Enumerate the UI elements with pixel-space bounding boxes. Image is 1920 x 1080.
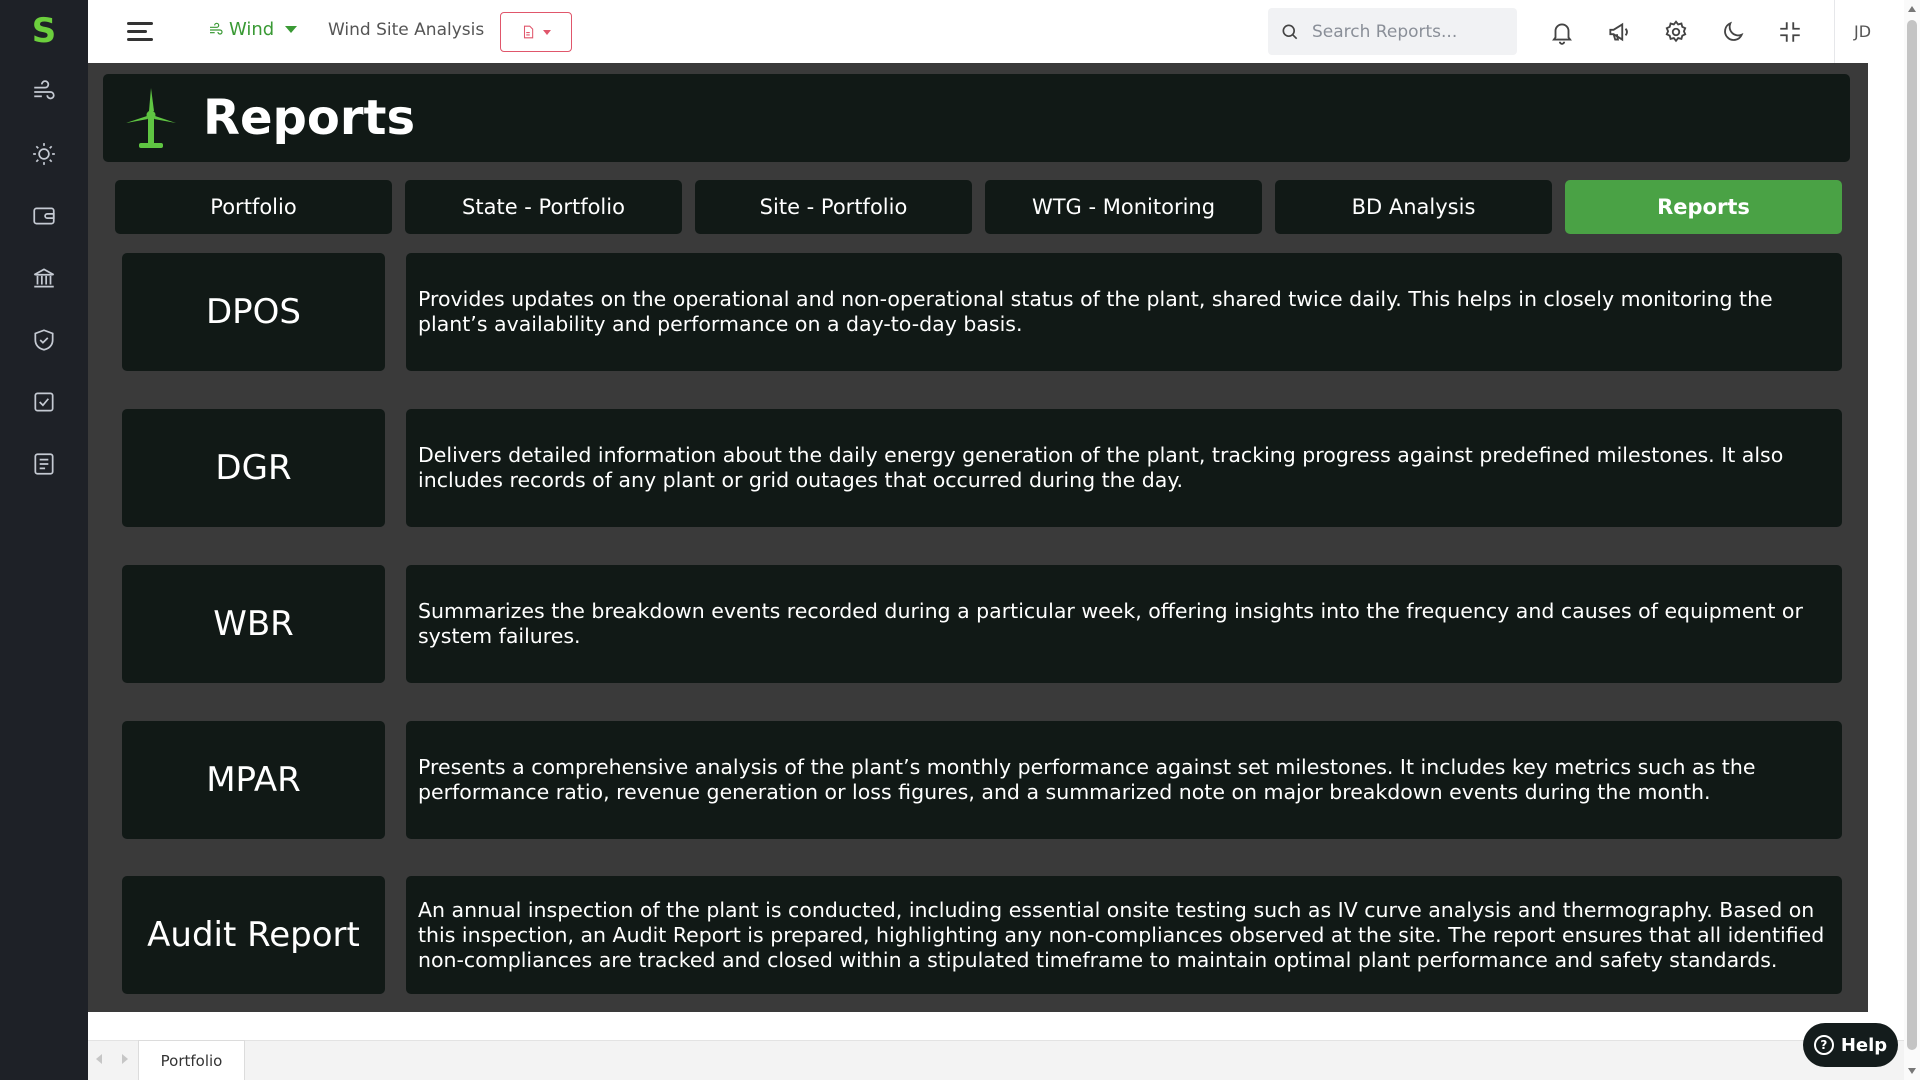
question-icon: ? — [1813, 1035, 1834, 1055]
report-name-wbr[interactable]: WBR — [122, 565, 385, 683]
reports-content: Reports Portfolio State - Portfolio Site… — [88, 63, 1868, 1012]
report-description: Presents a comprehensive analysis of the… — [406, 721, 1842, 839]
search-box — [1268, 8, 1517, 55]
user-initials: JD — [1853, 22, 1872, 41]
fullscreen-exit-icon — [1780, 22, 1800, 42]
report-row: MPAR Presents a comprehensive analysis o… — [122, 721, 1842, 839]
report-download-button[interactable] — [500, 12, 572, 52]
user-avatar[interactable]: JD — [1834, 0, 1890, 63]
page-title: Reports — [203, 90, 416, 146]
moon-icon — [1724, 21, 1744, 41]
settings-button[interactable] — [1658, 14, 1694, 50]
menu-toggle-button[interactable] — [124, 16, 156, 48]
wind-icon — [210, 22, 223, 35]
announcements-button[interactable] — [1601, 14, 1637, 50]
top-bar: Wind Wind Site Analysis JD — [88, 0, 1904, 63]
notifications-button[interactable] — [1544, 14, 1580, 50]
tab-reports[interactable]: Reports — [1565, 180, 1842, 234]
search-icon — [1282, 24, 1298, 39]
dark-mode-toggle[interactable] — [1715, 14, 1751, 50]
bottom-tab-portfolio[interactable]: Portfolio — [138, 1040, 245, 1080]
sidebar-item-wallet[interactable] — [24, 196, 64, 236]
sidebar-item-wind[interactable] — [24, 72, 64, 112]
tab-scroll-right-icon[interactable] — [122, 1054, 128, 1064]
bell-icon — [1552, 23, 1572, 45]
sidebar-item-solar[interactable] — [24, 134, 64, 174]
report-description: An annual inspection of the plant is con… — [406, 876, 1842, 994]
document-icon — [523, 25, 534, 39]
tab-wtg-monitoring[interactable]: WTG - Monitoring — [985, 180, 1262, 234]
domain-selector[interactable]: Wind — [208, 19, 298, 40]
search-input[interactable] — [1312, 21, 1502, 42]
report-description: Provides updates on the operational and … — [406, 253, 1842, 371]
section-tabs: Portfolio State - Portfolio Site - Portf… — [115, 180, 1842, 234]
settings-icon — [1665, 20, 1687, 43]
tab-bd-analysis[interactable]: BD Analysis — [1275, 180, 1552, 234]
tab-site-portfolio[interactable]: Site - Portfolio — [695, 180, 972, 234]
report-list-icon — [34, 453, 54, 475]
report-description: Summarizes the breakdown events recorded… — [406, 565, 1842, 683]
report-name-mpar[interactable]: MPAR — [122, 721, 385, 839]
report-name-dpos[interactable]: DPOS — [122, 253, 385, 371]
page-header: Reports — [103, 74, 1850, 162]
fullscreen-exit-button[interactable] — [1772, 14, 1808, 50]
sun-icon — [33, 143, 55, 165]
page-scrollbar[interactable] — [1904, 0, 1920, 1080]
tab-scroll-left-icon[interactable] — [96, 1054, 102, 1064]
sidebar-item-bank[interactable] — [24, 258, 64, 298]
domain-label: Wind — [229, 19, 275, 40]
wind-turbine-icon — [126, 88, 176, 148]
scrollbar-thumb[interactable] — [1907, 20, 1917, 1050]
report-row: DPOS Provides updates on the operational… — [122, 253, 1842, 371]
site-title: Wind Site Analysis — [328, 20, 485, 40]
report-description-text: Provides updates on the operational and … — [418, 287, 1773, 336]
tab-portfolio[interactable]: Portfolio — [115, 180, 392, 234]
report-description-text: Presents a comprehensive analysis of the… — [418, 755, 1756, 804]
help-label: Help — [1840, 1034, 1888, 1056]
report-description-text: Delivers detailed information about the … — [418, 443, 1784, 492]
report-row: WBR Summarizes the breakdown events reco… — [122, 565, 1842, 683]
report-row: DGR Delivers detailed information about … — [122, 409, 1842, 527]
report-description-text: Summarizes the breakdown events recorded… — [418, 599, 1803, 648]
help-button[interactable]: ? Help — [1803, 1023, 1898, 1067]
chevron-down-icon — [285, 26, 298, 33]
report-description: Delivers detailed information about the … — [406, 409, 1842, 527]
bottom-tab-bar: Portfolio — [88, 1040, 1904, 1080]
report-row: Audit Report An annual inspection of the… — [122, 876, 1842, 994]
scroll-up-icon[interactable] — [1908, 6, 1916, 12]
logo-letter: S — [31, 11, 57, 51]
megaphone-icon — [1609, 22, 1628, 42]
sidebar: S — [0, 0, 88, 1080]
sidebar-item-security[interactable] — [24, 320, 64, 360]
scroll-down-icon[interactable] — [1908, 1068, 1916, 1074]
tab-state-portfolio[interactable]: State - Portfolio — [405, 180, 682, 234]
sidebar-item-tasks[interactable] — [24, 382, 64, 422]
sidebar-item-reports[interactable] — [24, 444, 64, 484]
app-logo[interactable]: S — [0, 10, 88, 52]
report-name-dgr[interactable]: DGR — [122, 409, 385, 527]
wallet-icon — [33, 207, 55, 225]
chevron-down-icon — [543, 29, 551, 35]
shield-check-icon — [34, 329, 54, 351]
bank-icon — [33, 268, 55, 288]
report-description-text: An annual inspection of the plant is con… — [418, 897, 1825, 972]
report-name-audit[interactable]: Audit Report — [122, 876, 385, 994]
wind-icon — [34, 80, 55, 100]
checkbox-icon — [34, 392, 54, 412]
